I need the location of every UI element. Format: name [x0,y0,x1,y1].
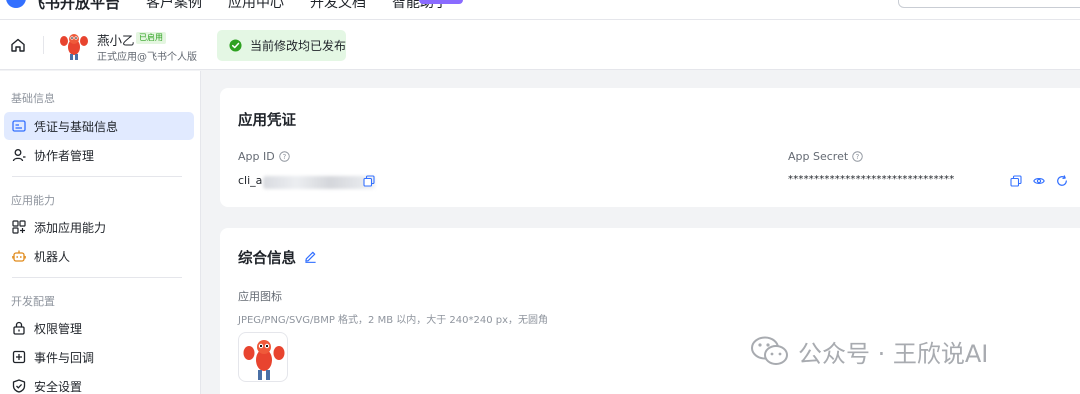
sidebar-item-label: 协作者管理 [34,148,95,163]
eye-icon[interactable] [1033,175,1045,187]
search-input[interactable] [898,0,1080,8]
lobster-mascot-icon [243,340,285,380]
lock-icon [13,321,25,335]
svg-text:?: ? [282,153,286,161]
app-avatar [57,28,91,62]
check-circle-icon [229,39,242,52]
app-name: 燕小乙 [97,33,135,48]
svg-text:?: ? [856,153,860,161]
app-status-badge: 已启用 [136,32,166,44]
sidebar-item-label: 事件与回调 [34,350,95,365]
sidebar-item-add-capability[interactable]: 添加应用能力 [4,213,194,241]
sidebar-item-credentials[interactable]: 凭证与基础信息 [4,112,194,140]
app-id-masked-value [263,176,375,189]
publish-status-text: 当前修改均已发布 [250,39,347,53]
copy-icon[interactable] [363,175,375,187]
app-id-label-text: App ID [238,150,275,163]
app-subtitle: 正式应用@飞书个人版 [97,52,197,63]
app-icon-hint: JPEG/PNG/SVG/BMP 格式，2 MB 以内，大于 240*240 p… [238,315,549,326]
sidebar-item-label: 安全设置 [34,379,83,394]
sidebar-item-label: 凭证与基础信息 [34,119,119,134]
nav-item-cases[interactable]: 客户案例 [146,0,202,12]
wechat-watermark: 公众号 · 王欣说AI [750,333,988,369]
lobster-mascot-icon [57,28,91,62]
add-grid-icon [12,220,26,234]
general-info-card: 综合信息 应用图标 JPEG/PNG/SVG/BMP 格式，2 MB 以内，大于… [220,228,1080,394]
feishu-logo-icon[interactable] [6,0,26,8]
sidebar: 基础信息 凭证与基础信息 协作者管理 应用能力 添加应用能力 机器人 开发配置 … [0,71,201,394]
brand-name[interactable]: 飞书开放平台 [30,0,120,13]
publish-status-tag: 当前修改均已发布 [217,30,346,61]
sidebar-item-label: 添加应用能力 [34,220,107,235]
nav-item-app-center[interactable]: 应用中心 [228,0,284,12]
copy-icon[interactable] [1010,175,1022,187]
event-icon [12,350,26,364]
general-info-title: 综合信息 [238,251,296,267]
sidebar-group-capabilities: 应用能力 [11,194,55,207]
app-id-label: App ID ? [238,150,290,163]
credentials-title: 应用凭证 [238,113,296,129]
sidebar-item-robot[interactable]: 机器人 [4,242,194,270]
user-icon [12,149,26,162]
app-secret-label: App Secret ? [788,150,863,163]
help-icon[interactable]: ? [852,151,863,162]
sidebar-divider [12,176,182,177]
shield-icon [12,379,26,393]
sidebar-item-collaborators[interactable]: 协作者管理 [4,141,194,169]
help-icon[interactable]: ? [278,151,290,162]
wechat-icon [751,336,788,365]
sidebar-item-events[interactable]: 事件与回调 [4,343,194,371]
app-secret-value: ******************************** [788,174,955,185]
sidebar-item-label: 机器人 [34,249,71,264]
sidebar-item-security[interactable]: 安全设置 [4,372,194,394]
nav-item-docs[interactable]: 开发文档 [310,0,366,12]
new-badge [419,0,463,4]
edit-icon[interactable] [304,250,317,263]
app-secret-label-text: App Secret [788,150,849,163]
app-icon-label: 应用图标 [238,290,282,303]
sidebar-divider [12,277,182,278]
credential-icon [12,120,26,132]
top-menu: 客户案例 应用中心 开发文档 智能助手 [146,0,448,12]
app-header: 燕小乙 已启用 正式应用@飞书个人版 当前修改均已发布 [0,20,1080,70]
header-divider [43,36,44,54]
sidebar-item-label: 权限管理 [34,321,83,336]
refresh-icon[interactable] [1056,175,1068,187]
app-icon-upload[interactable] [238,332,288,382]
top-navigation: 飞书开放平台 客户案例 应用中心 开发文档 智能助手 [0,0,1080,20]
credentials-card: 应用凭证 App ID ? cli_a App Secret ? *******… [220,88,1080,207]
app-id-value: cli_a [238,174,263,187]
sidebar-group-basic: 基础信息 [11,92,55,105]
watermark-text: 公众号 · 王欣说AI [798,339,989,368]
home-icon[interactable] [10,37,26,53]
robot-icon [12,250,26,262]
sidebar-group-dev-config: 开发配置 [11,295,55,308]
sidebar-item-permissions[interactable]: 权限管理 [4,314,194,342]
